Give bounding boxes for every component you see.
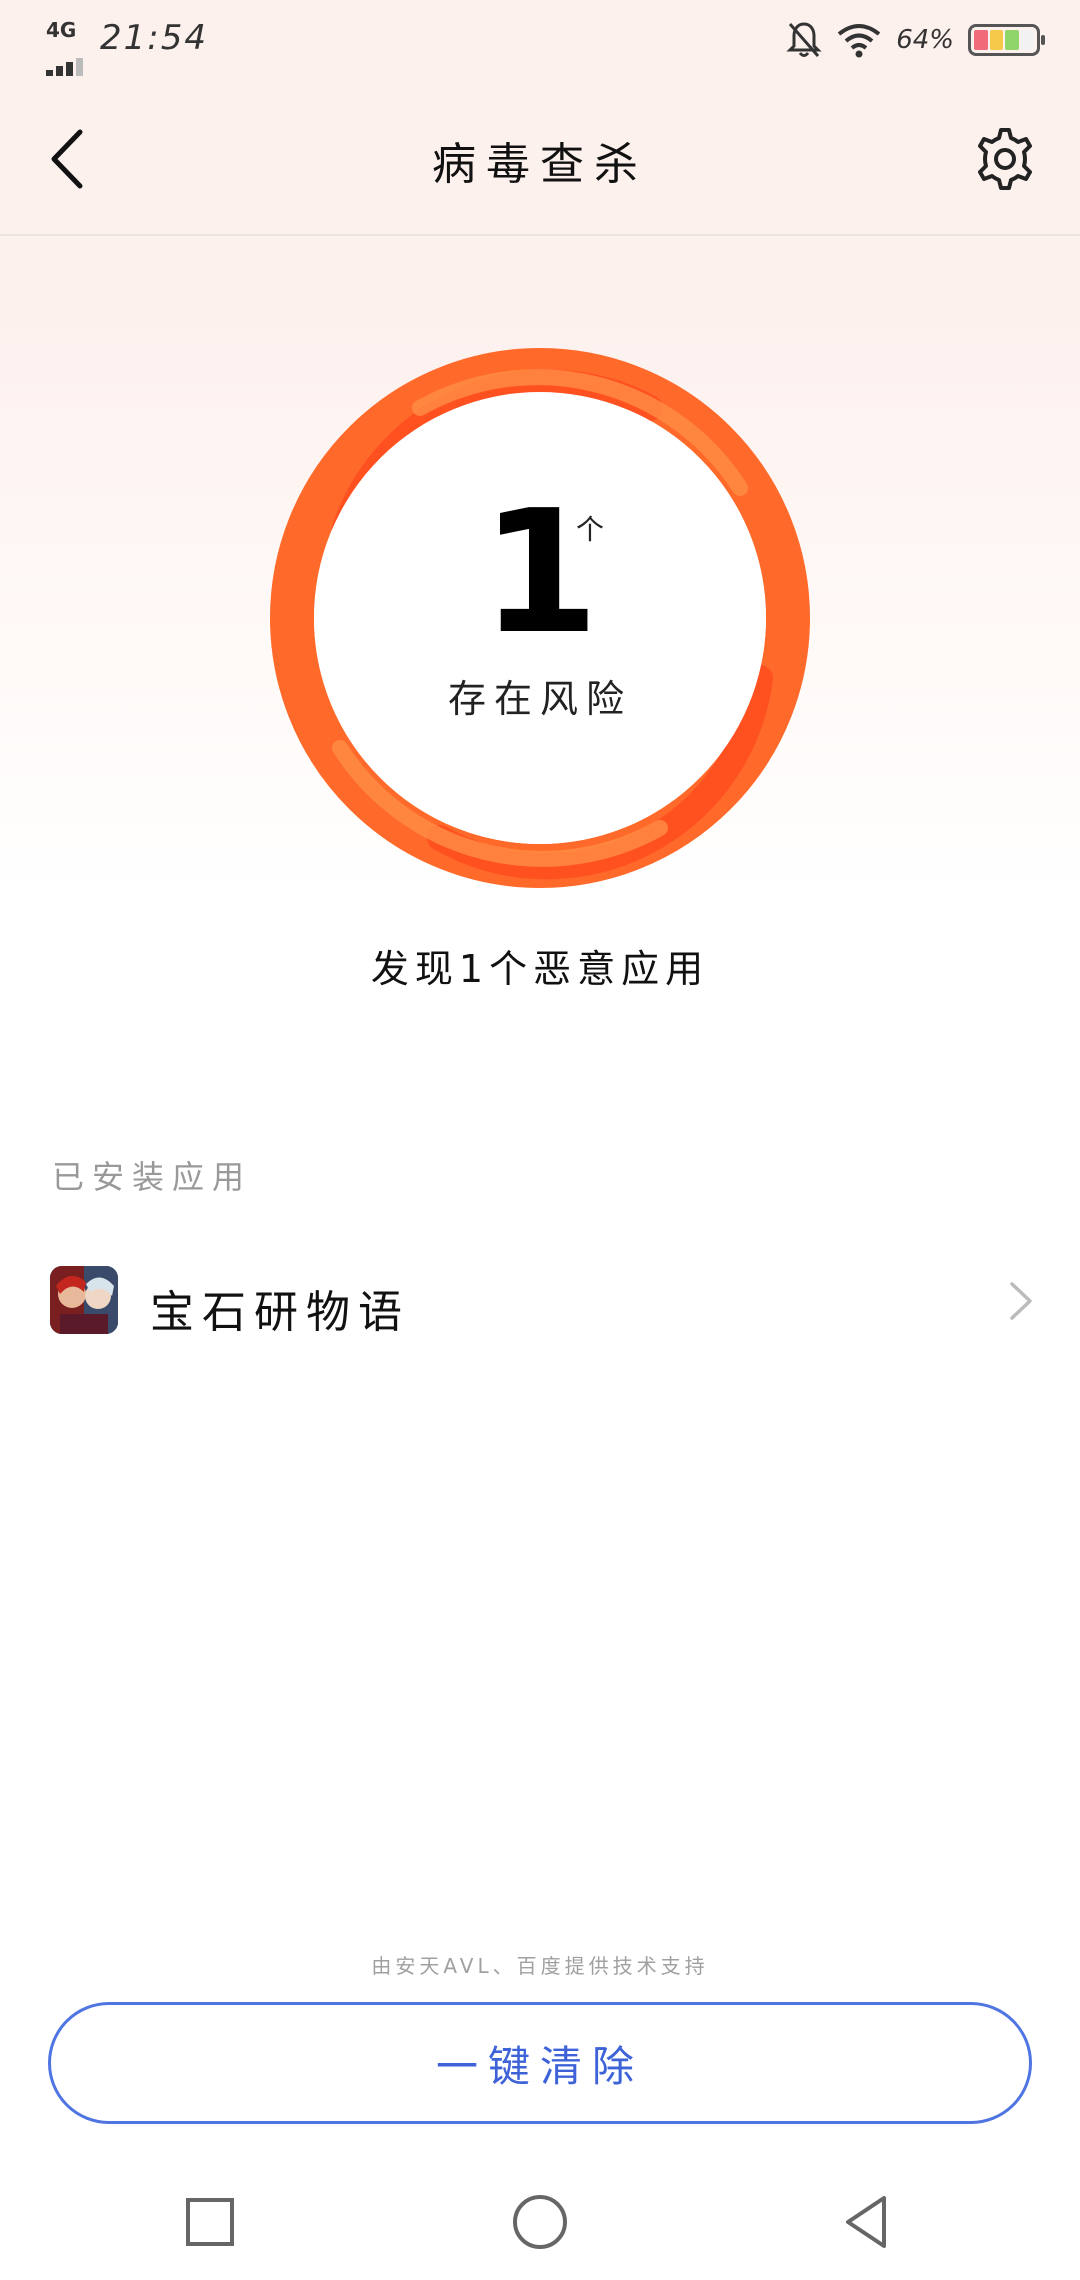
status-bar: 4G 21:54 64%: [0, 0, 1080, 80]
page-title: 病毒查杀: [432, 139, 648, 190]
cellular-signal-icon: 4G: [44, 18, 92, 76]
gear-icon[interactable]: [970, 124, 1040, 194]
status-time: 21:54: [100, 18, 208, 58]
back-triangle-icon[interactable]: [836, 2190, 900, 2254]
list-item[interactable]: 宝石研物语: [0, 1246, 1080, 1356]
clean-all-button[interactable]: 一键清除: [48, 2002, 1032, 2124]
risk-count-unit: 个: [576, 513, 605, 546]
app-icon: [50, 1266, 118, 1334]
section-title-installed-apps: 已安装应用: [52, 1158, 253, 1196]
risk-label: 存在风险: [447, 677, 632, 721]
wifi-icon: [837, 24, 881, 58]
chevron-right-icon: [1010, 1282, 1032, 1320]
scan-summary: 发现1个恶意应用: [370, 947, 710, 991]
network-type: 4G: [46, 18, 77, 42]
mute-bell-icon: [786, 22, 822, 57]
tech-support-note: 由安天AVL、百度提供技术支持: [371, 1954, 709, 1978]
battery-percent: 64%: [896, 25, 954, 55]
battery-icon: [968, 24, 1045, 56]
system-nav-bar: [0, 2160, 1080, 2280]
app-header: 病毒查杀: [0, 80, 1080, 236]
risk-count: 1: [480, 474, 600, 672]
risk-ring: 1 个 存在风险: [270, 348, 810, 888]
recents-square-icon[interactable]: [178, 2190, 242, 2254]
app-name: 宝石研物语: [150, 1287, 410, 1338]
home-circle-icon[interactable]: [508, 2190, 572, 2254]
